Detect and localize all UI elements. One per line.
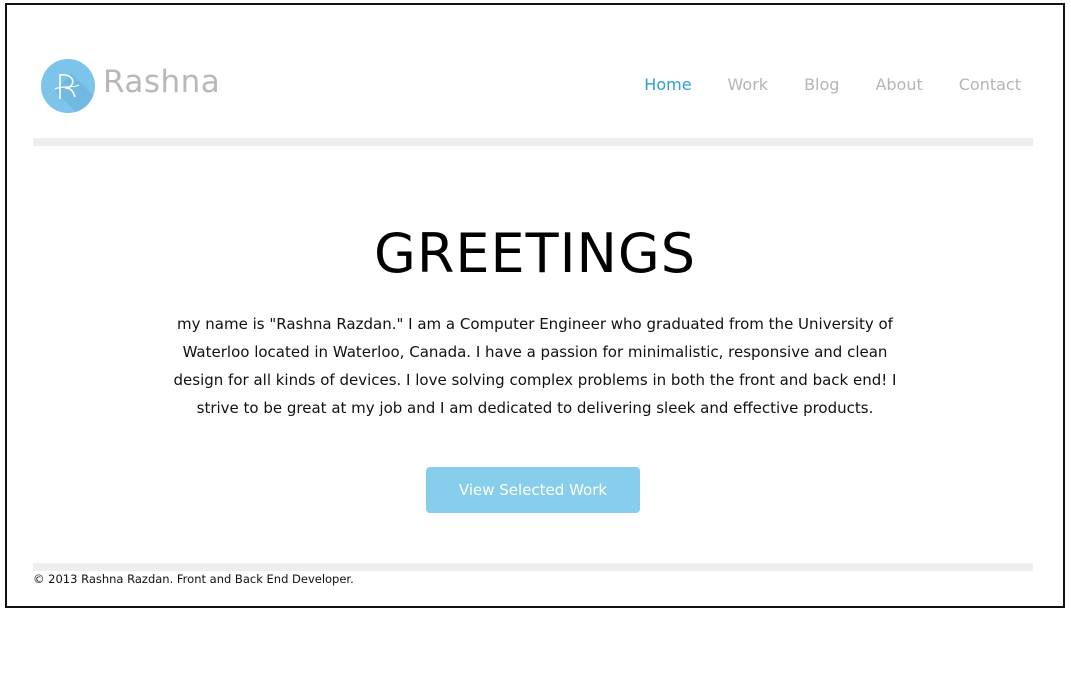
nav-work[interactable]: Work xyxy=(728,73,769,97)
logo-link[interactable]: Rashna xyxy=(41,59,220,113)
hero-intro-text: my name is "Rashna Razdan." I am a Compu… xyxy=(173,315,897,417)
nav-about[interactable]: About xyxy=(875,73,922,97)
nav-contact[interactable]: Contact xyxy=(959,73,1021,97)
nav-blog[interactable]: Blog xyxy=(804,73,839,97)
page-frame: Rashna Home Work Blog About Contact GREE… xyxy=(5,3,1065,608)
hero-title: GREETINGS xyxy=(373,222,697,285)
footer-copyright: © 2013 Rashna Razdan. Front and Back End… xyxy=(33,572,354,586)
brand-name: Rashna xyxy=(103,64,221,100)
view-selected-work-button[interactable]: View Selected Work xyxy=(426,467,640,513)
main-nav: Home Work Blog About Contact xyxy=(608,73,1021,97)
header-divider xyxy=(33,138,1033,146)
nav-home[interactable]: Home xyxy=(644,73,691,97)
r-monogram-icon xyxy=(41,59,95,113)
footer-divider xyxy=(33,563,1033,571)
